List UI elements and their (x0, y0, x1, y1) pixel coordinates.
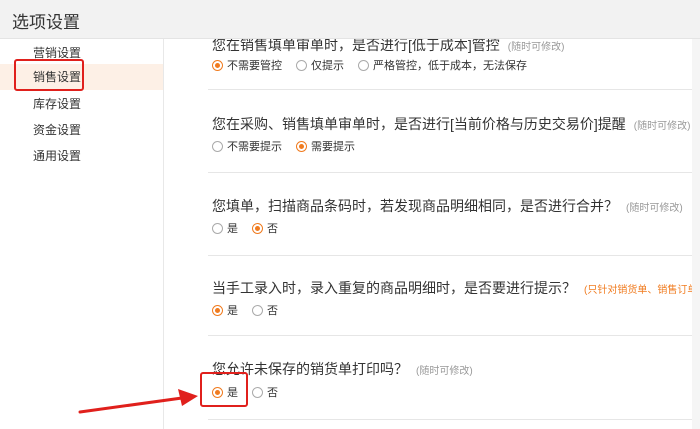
option-annotation-box (200, 372, 248, 407)
scrollbar[interactable] (692, 39, 700, 429)
sidebar-item-funds[interactable]: 资金设置 (0, 117, 163, 143)
radio-checked-icon[interactable] (212, 59, 223, 71)
question-hint: (随时可修改) (633, 121, 691, 132)
radio-label: 是 (227, 305, 238, 317)
sidebar: 营销设置 销售设置 库存设置 资金设置 通用设置 (0, 39, 164, 429)
window-title: 选项设置 (12, 13, 80, 32)
question-hint: (随时可修改) (416, 366, 473, 377)
radio-unchecked-icon[interactable] (212, 222, 223, 234)
radio-option[interactable]: 不需要提示 (212, 138, 282, 154)
setting-question-print-unsaved: 您允许未保存的销货单打印吗？ (随时可修改) (212, 359, 473, 379)
radio-label: 仅提示 (311, 60, 344, 72)
radio-option[interactable]: 是 (212, 302, 238, 318)
radio-option[interactable]: 需要提示 (296, 138, 355, 154)
question-hint: (只针对销货单、销售订单 (584, 285, 698, 296)
question-text: 当手工录入时，录入重复的商品明细时，是否要进行提示？ (212, 280, 576, 296)
radio-label: 是 (227, 223, 238, 235)
radio-option[interactable]: 仅提示 (296, 57, 344, 73)
radio-unchecked-icon[interactable] (296, 59, 307, 71)
setting-options-cost-control: 不需要管控 仅提示 严格管控，低于成本，无法保存 (212, 57, 541, 73)
radio-unchecked-icon[interactable] (252, 304, 263, 316)
radio-label: 需要提示 (311, 141, 355, 153)
radio-label: 不需要管控 (227, 60, 282, 72)
radio-label: 否 (267, 305, 278, 317)
divider (208, 172, 700, 173)
question-hint: (随时可修改) (626, 203, 683, 214)
radio-checked-icon[interactable] (252, 222, 263, 234)
setting-question-merge-barcode: 您填单，扫描商品条码时，若发现商品明细相同，是否进行合并？ (随时可修改) (212, 196, 683, 216)
radio-option[interactable]: 否 (252, 384, 278, 400)
radio-unchecked-icon[interactable] (358, 59, 369, 71)
radio-label: 否 (267, 387, 278, 399)
setting-question-price-history: 您在采购、销售填单审单时，是否进行[当前价格与历史交易价]提醒 (随时可修改) (212, 114, 690, 134)
setting-question-duplicate-prompt: 当手工录入时，录入重复的商品明细时，是否要进行提示？ (只针对销货单、销售订单 (212, 278, 697, 298)
radio-checked-icon[interactable] (212, 304, 223, 316)
question-text: 您在销售填单审单时，是否进行[低于成本]管控 (212, 39, 500, 53)
radio-option[interactable]: 不需要管控 (212, 57, 282, 73)
radio-option[interactable]: 否 (252, 302, 278, 318)
radio-option[interactable]: 是 (212, 220, 238, 236)
divider (208, 419, 700, 420)
setting-options-merge-barcode: 是 否 (212, 220, 292, 236)
radio-option[interactable]: 严格管控，低于成本，无法保存 (358, 57, 527, 73)
setting-question-cost-control: 您在销售填单审单时，是否进行[低于成本]管控 (随时可修改) (212, 39, 564, 55)
divider (208, 89, 700, 90)
question-hint: (随时可修改) (507, 42, 565, 53)
radio-label: 不需要提示 (227, 141, 282, 153)
question-text: 您在采购、销售填单审单时，是否进行[当前价格与历史交易价]提醒 (212, 116, 626, 132)
sidebar-item-inventory[interactable]: 库存设置 (0, 91, 163, 117)
question-text: 您填单，扫描商品条码时，若发现商品明细相同，是否进行合并？ (212, 198, 618, 214)
sidebar-item-general[interactable]: 通用设置 (0, 143, 163, 169)
setting-options-price-history: 不需要提示 需要提示 (212, 138, 369, 154)
title-bar: 选项设置 (0, 0, 700, 39)
setting-options-duplicate-prompt: 是 否 (212, 302, 292, 318)
sidebar-annotation-box (14, 59, 84, 91)
radio-option[interactable]: 否 (252, 220, 278, 236)
radio-label: 否 (267, 223, 278, 235)
radio-checked-icon[interactable] (296, 140, 307, 152)
radio-unchecked-icon[interactable] (252, 386, 263, 398)
divider (208, 335, 700, 336)
radio-unchecked-icon[interactable] (212, 140, 223, 152)
divider (208, 255, 700, 256)
settings-panel: 您在销售填单审单时，是否进行[低于成本]管控 (随时可修改) 不需要管控 仅提示 … (164, 39, 700, 429)
radio-label: 严格管控，低于成本，无法保存 (373, 60, 527, 72)
